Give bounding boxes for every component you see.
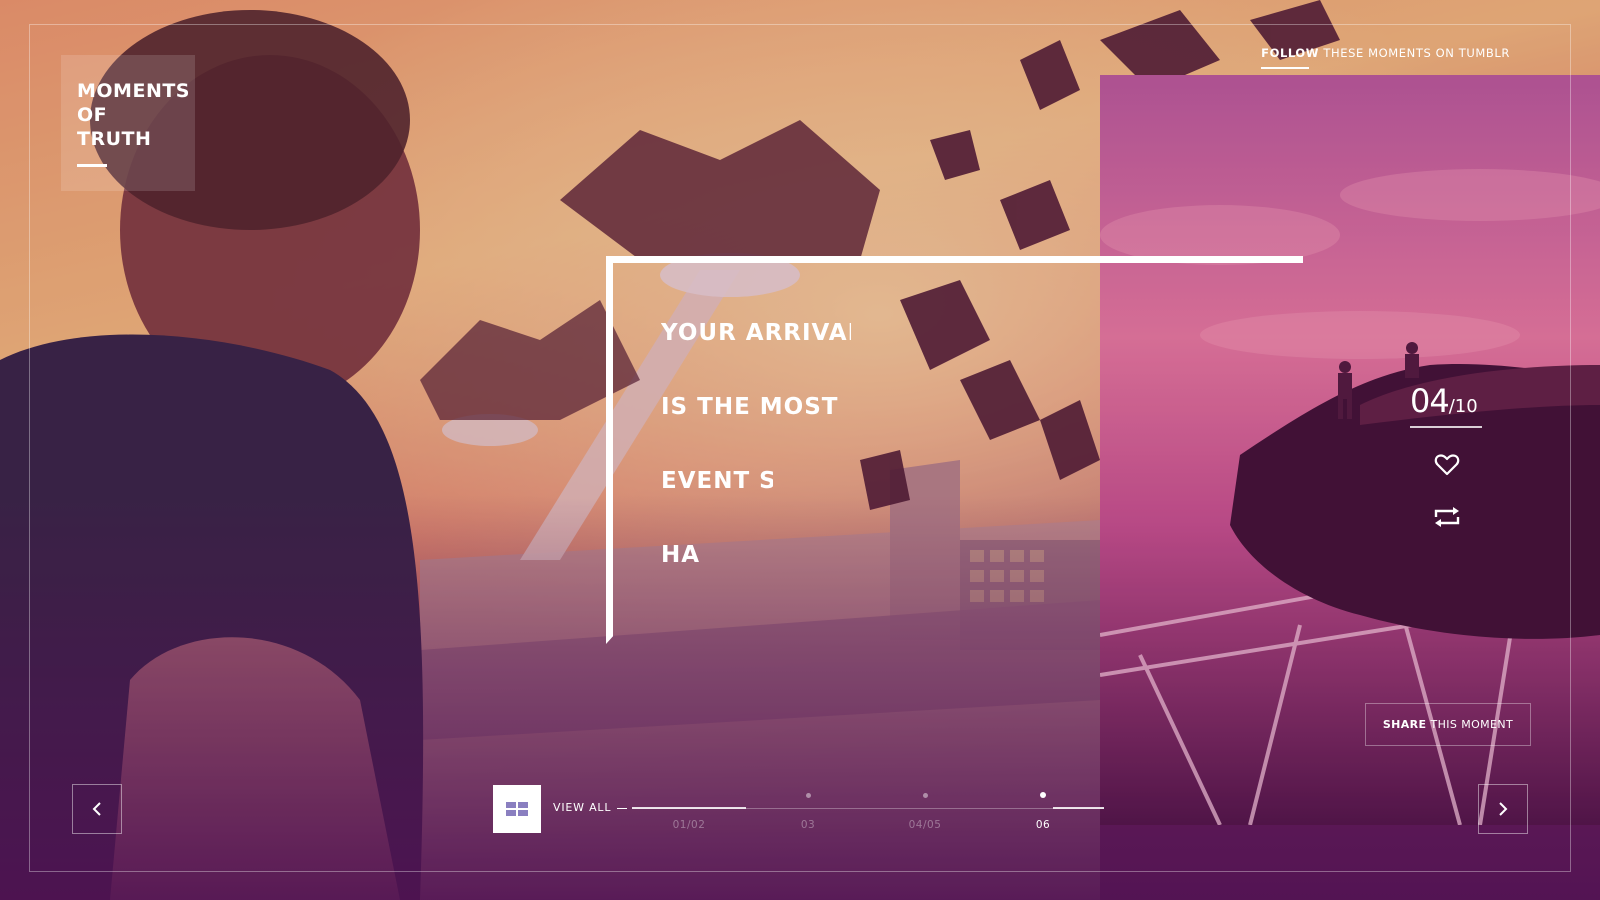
headline-line-4: HA: [661, 542, 701, 568]
grid-icon: [506, 802, 528, 816]
moment-counter: 04/10: [1410, 382, 1482, 428]
logo-underline: [77, 164, 107, 167]
reblog-button[interactable]: [1430, 502, 1464, 532]
like-button[interactable]: [1430, 450, 1464, 480]
next-button[interactable]: [1478, 784, 1528, 834]
timeline-dot[interactable]: [806, 793, 811, 798]
timeline-label-04-05[interactable]: 04/05: [909, 819, 942, 831]
logo-line-2: OF: [77, 104, 108, 126]
headline-bracket-left: [606, 256, 613, 644]
site-logo[interactable]: MOMENTS OF TRUTH: [61, 55, 195, 191]
chevron-left-icon: [92, 802, 101, 816]
view-all-label[interactable]: VIEW ALL: [553, 801, 611, 814]
timeline-progress: [632, 807, 746, 809]
follow-tumblr-link[interactable]: FOLLOW THESE MOMENTS ON TUMBLR: [1261, 46, 1510, 69]
headline-line-2: IS THE MOST F: [661, 394, 839, 420]
headline-line-3: EVENT S: [661, 468, 773, 494]
timeline-dot-active[interactable]: [1040, 792, 1046, 798]
view-all-dash: [617, 808, 627, 809]
counter-current: 04: [1410, 382, 1450, 420]
timeline-label-01-02[interactable]: 01/02: [673, 819, 706, 831]
follow-text: THESE MOMENTS ON TUMBLR: [1323, 46, 1510, 60]
timeline-label-03[interactable]: 03: [801, 819, 815, 831]
reblog-icon: [1434, 507, 1460, 527]
headline-bracket-top: [606, 256, 1303, 263]
counter-total: /10: [1448, 396, 1478, 417]
counter-underline: [1410, 426, 1482, 428]
moment-headline: YOUR ARRIVAL IS THE MOST F EVENT S HA: [661, 320, 851, 616]
follow-underline: [1261, 67, 1310, 69]
heart-icon: [1434, 454, 1460, 476]
share-bold: SHARE: [1382, 718, 1427, 731]
timeline-progress-end: [1053, 807, 1104, 809]
timeline-dot[interactable]: [923, 793, 928, 798]
share-moment-button[interactable]: SHARE THIS MOMENT: [1365, 703, 1531, 746]
view-all-button[interactable]: [493, 785, 541, 833]
chevron-right-icon: [1499, 802, 1508, 816]
logo-line-3: TRUTH: [77, 128, 152, 150]
logo-line-1: MOMENTS: [77, 80, 190, 102]
follow-bold: FOLLOW: [1261, 46, 1320, 60]
previous-button[interactable]: [72, 784, 122, 834]
timeline-label-06[interactable]: 06: [1036, 819, 1050, 831]
headline-line-1: YOUR ARRIVAL: [661, 320, 851, 346]
share-text: THIS MOMENT: [1430, 718, 1514, 731]
